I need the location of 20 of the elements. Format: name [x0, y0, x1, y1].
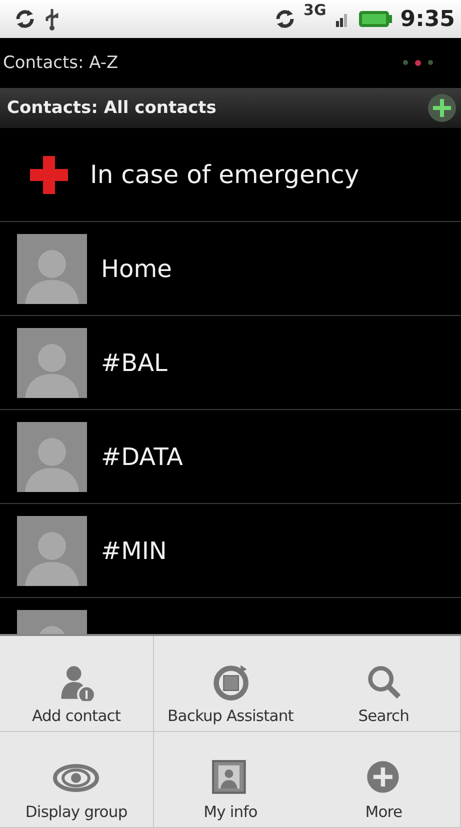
contact-name[interactable]: #BAL — [101, 348, 168, 376]
list-header-title: Contacts: All contacts — [7, 98, 218, 118]
menu-option[interactable]: Add contact — [0, 636, 154, 732]
usb-icon — [44, 7, 60, 31]
add-button-icon[interactable] — [427, 93, 457, 123]
contact-name[interactable]: Home — [101, 254, 172, 282]
screen-title: Contacts: A-Z — [3, 53, 120, 73]
contact-name[interactable]: In case of emergency — [90, 160, 360, 189]
battery-icon — [358, 9, 392, 29]
emergency-cross-icon — [28, 154, 70, 196]
sync-icon — [14, 8, 36, 30]
backup-sync-icon — [211, 663, 250, 701]
contact-name[interactable]: #MIN — [101, 536, 167, 564]
menu-option[interactable]: More — [307, 732, 461, 828]
contact-name[interactable]: #DATA — [101, 442, 183, 470]
menu-option[interactable]: Display group — [0, 732, 154, 828]
network-type: 3G — [304, 1, 326, 19]
menu-option[interactable]: Search — [307, 636, 461, 732]
sync-icon — [274, 8, 296, 30]
clock-time: 9:35 — [400, 6, 455, 32]
